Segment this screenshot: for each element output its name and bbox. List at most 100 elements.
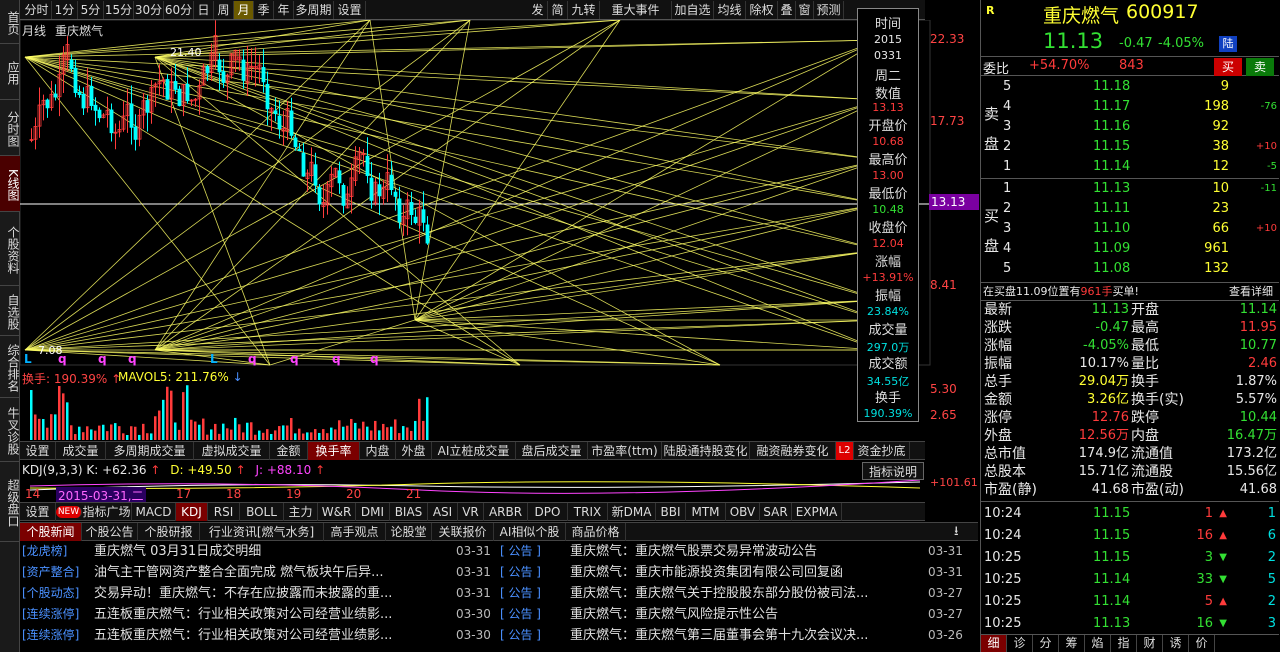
news-tab-8[interactable]: 商品价格 [566, 523, 626, 541]
announcement-item[interactable]: [ 公告 ] 重庆燃气：重庆市能源投资集团有限公司回复函 03-31 [500, 562, 970, 583]
news-tab-0[interactable]: 个股新闻 [20, 523, 82, 541]
period-0[interactable]: 分时 [22, 1, 52, 19]
period-12[interactable]: 设置 [334, 1, 366, 19]
news-tab-2[interactable]: 个股研报 [138, 523, 200, 541]
left-tab-6[interactable]: 综合排名 [0, 336, 20, 398]
announcement-item[interactable]: [ 公告 ] 重庆燃气：重庆燃气关于控股股东部分股份被司法... 03-27 [500, 583, 970, 604]
ind-tab-6[interactable]: BOLL [240, 503, 284, 521]
period-3[interactable]: 15分 [104, 1, 134, 19]
period-10[interactable]: 年 [274, 1, 294, 19]
news-tab-6[interactable]: 关联报价 [432, 523, 494, 541]
period-6[interactable]: 日 [194, 1, 214, 19]
period-4[interactable]: 30分 [134, 1, 164, 19]
toolbar-right-3[interactable]: 重大事件 [600, 1, 672, 19]
order-level[interactable]: 1 11.13 10 -11 [981, 179, 1279, 199]
order-level[interactable]: 5 11.18 9 [981, 77, 1279, 97]
ind-tab-4[interactable]: KDJ [176, 503, 208, 521]
left-tab-2[interactable]: 分时图 [0, 100, 20, 156]
vol-tab-12[interactable]: 融资融券变化 [750, 442, 836, 460]
order-level[interactable]: 1 11.14 12 -5 [981, 157, 1279, 177]
panel-tab-5[interactable]: 指 [1111, 635, 1137, 652]
news-tab-1[interactable]: 个股公告 [82, 523, 138, 541]
period-1[interactable]: 1分 [52, 1, 78, 19]
ind-tab-19[interactable]: OBV [726, 503, 760, 521]
ind-tab-17[interactable]: BBI [656, 503, 686, 521]
period-9[interactable]: 季 [254, 1, 274, 19]
panel-tab-4[interactable]: 焰 [1085, 635, 1111, 652]
vol-tab-4[interactable]: 金额 [270, 442, 308, 460]
vol-tab-10[interactable]: 市盈率(ttm) [588, 442, 662, 460]
ind-tab-3[interactable]: MACD [132, 503, 176, 521]
news-item[interactable]: [连续涨停] 五连板重庆燃气：行业相关政策对公司经营业绩影... 03-30 [22, 604, 492, 625]
panel-tab-3[interactable]: 筹 [1059, 635, 1085, 652]
vol-tab-14[interactable]: 资金抄底 [854, 442, 910, 460]
ind-tab-15[interactable]: TRIX [568, 503, 608, 521]
order-level[interactable]: 5 11.08 132 [981, 259, 1279, 279]
toolbar-right-4[interactable]: 加自选 [672, 1, 714, 19]
period-8[interactable]: 月 [234, 1, 254, 19]
news-tab-7[interactable]: AI相似个股 [494, 523, 566, 541]
vol-tab-13[interactable]: L2 [836, 442, 854, 460]
left-tab-7[interactable]: 牛叉诊股 [0, 398, 20, 462]
vol-tab-0[interactable]: 设置 [20, 442, 56, 460]
ind-tab-13[interactable]: ARBR [484, 503, 528, 521]
order-level[interactable]: 3 11.16 92 [981, 117, 1279, 137]
left-tab-8[interactable]: 超级盘口 [0, 462, 20, 542]
vol-tab-8[interactable]: AI立桩成交量 [432, 442, 516, 460]
ind-tab-10[interactable]: BIAS [390, 503, 428, 521]
order-level[interactable]: 2 11.15 38 +10 [981, 137, 1279, 157]
vol-tab-9[interactable]: 盘后成交量 [516, 442, 588, 460]
left-tab-3[interactable]: K线图 [0, 156, 20, 212]
news-item[interactable]: [个股动态] 交易异动！重庆燃气：不存在应披露而未披露的重... 03-31 [22, 583, 492, 604]
news-item[interactable]: [连续涨停] 五连板重庆燃气：行业相关政策对公司经营业绩影... 03-30 [22, 625, 492, 646]
left-tab-0[interactable]: 首页 [0, 0, 20, 44]
vol-tab-7[interactable]: 外盘 [396, 442, 432, 460]
toolbar-right-0[interactable]: 发 [528, 1, 548, 19]
order-level[interactable]: 3 11.10 66 +10 [981, 219, 1279, 239]
left-tab-5[interactable]: 自选股 [0, 286, 20, 336]
ind-tab-12[interactable]: VR [458, 503, 484, 521]
period-2[interactable]: 5分 [78, 1, 104, 19]
toolbar-right-6[interactable]: 除权 [746, 1, 778, 19]
panel-tab-7[interactable]: 诱 [1163, 635, 1189, 652]
news-tab-4[interactable]: 高手观点 [324, 523, 386, 541]
ind-tab-5[interactable]: RSI [208, 503, 240, 521]
announcement-item[interactable]: [ 公告 ] 重庆燃气：重庆燃气股票交易异常波动公告 03-31 [500, 541, 970, 562]
panel-tab-2[interactable]: 分 [1033, 635, 1059, 652]
news-tab-3[interactable]: 行业资讯[燃气水务] [200, 523, 324, 541]
index-help-button[interactable]: 指标说明 [862, 462, 924, 480]
panel-tab-6[interactable]: 财 [1137, 635, 1163, 652]
ind-tab-11[interactable]: ASI [428, 503, 458, 521]
left-tab-1[interactable]: 应用 [0, 44, 20, 100]
toolbar-right-1[interactable]: 简 [548, 1, 568, 19]
ind-tab-18[interactable]: MTM [686, 503, 726, 521]
period-7[interactable]: 周 [214, 1, 234, 19]
order-level[interactable]: 4 11.17 198 -76 [981, 97, 1279, 117]
ind-tab-0[interactable]: 设置 [20, 503, 56, 521]
order-level[interactable]: 4 11.09 961 [981, 239, 1279, 259]
toolbar-right-7[interactable]: 叠 [778, 1, 796, 19]
panel-tab-0[interactable]: 细 [981, 635, 1007, 652]
ind-tab-8[interactable]: W&R [318, 503, 356, 521]
toolbar-right-5[interactable]: 均线 [714, 1, 746, 19]
toolbar-right-2[interactable]: 九转 [568, 1, 600, 19]
news-tab-5[interactable]: 论股堂 [386, 523, 432, 541]
ind-tab-16[interactable]: 新DMA [608, 503, 656, 521]
vol-tab-11[interactable]: 陆股通持股变化 [662, 442, 750, 460]
sell-button[interactable]: 卖 [1246, 58, 1274, 76]
toolbar-right-8[interactable]: 窗 [796, 1, 814, 19]
ind-tab-9[interactable]: DMI [356, 503, 390, 521]
vol-tab-5[interactable]: 换手率 [308, 442, 360, 460]
ind-tab-20[interactable]: SAR [760, 503, 792, 521]
order-level[interactable]: 2 11.11 23 [981, 199, 1279, 219]
period-5[interactable]: 60分 [164, 1, 194, 19]
toolbar-right-9[interactable]: 预测 [814, 1, 844, 19]
ind-tab-7[interactable]: 主力 [284, 503, 318, 521]
panel-tab-1[interactable]: 诊 [1007, 635, 1033, 652]
ind-tab-21[interactable]: EXPMA [792, 503, 842, 521]
news-item[interactable]: [资产整合] 油气主干管网资产整合全面完成 燃气板块午后异... 03-31 [22, 562, 492, 583]
ind-tab-1[interactable]: NEW [56, 506, 82, 518]
news-item[interactable]: [龙虎榜] 重庆燃气 03月31日成交明细 03-31 [22, 541, 492, 562]
ind-tab-2[interactable]: 指标广场 [82, 503, 132, 521]
announcement-item[interactable]: [ 公告 ] 重庆燃气：重庆燃气第三届董事会第十九次会议决... 03-26 [500, 625, 970, 646]
